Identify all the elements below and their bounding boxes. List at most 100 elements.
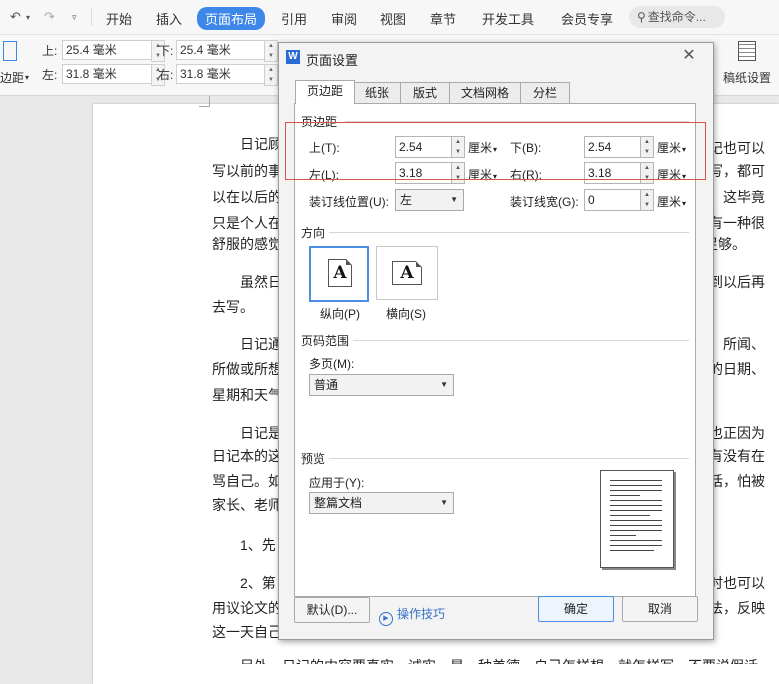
tab-references[interactable]: 引用: [281, 9, 307, 28]
doc-line: 2、第: [240, 575, 276, 591]
group-divider: [353, 340, 689, 341]
preview-line: [610, 495, 640, 496]
chevron-down-icon: ▼: [440, 380, 448, 389]
preview-line: [610, 515, 650, 516]
doc-line-right: 也正因为: [709, 425, 765, 441]
gutter-position-select[interactable]: 左 ▼: [395, 189, 464, 211]
landscape-page-icon: A: [392, 261, 422, 285]
customize-dropdown-icon[interactable]: ▿: [72, 12, 77, 23]
tab-margins[interactable]: 页边距: [295, 80, 355, 104]
ribbon-left-label: 左:: [42, 68, 58, 82]
preview-line: [610, 480, 662, 481]
ribbon-right-input[interactable]: 31.8 毫米: [176, 64, 267, 84]
doc-line: 用议论文的: [212, 600, 282, 616]
doc-line-right: 时也可以: [709, 575, 765, 591]
group-divider: [329, 232, 689, 233]
chevron-down-icon: ▼: [440, 498, 448, 507]
ribbon-right-label: 右:: [158, 68, 174, 82]
doc-line: 星期和天气: [212, 387, 282, 403]
undo-icon[interactable]: ↶: [10, 9, 21, 25]
tab-developer[interactable]: 开发工具: [482, 9, 534, 28]
redo-icon[interactable]: ↷: [44, 9, 55, 25]
search-icon: ⚲: [637, 10, 646, 24]
portrait-option[interactable]: A: [309, 246, 369, 302]
multi-page-select[interactable]: 普通 ▼: [309, 374, 454, 396]
apply-to-value: 整篇文档: [314, 496, 363, 510]
preview-group-label: 预览: [301, 452, 326, 466]
tab-home[interactable]: 开始: [106, 9, 132, 28]
ribbon-top-input[interactable]: 25.4 毫米: [62, 40, 153, 60]
ribbon-bottom-input[interactable]: 25.4 毫米: [176, 40, 267, 60]
landscape-label[interactable]: 横向(S): [386, 305, 426, 322]
apply-to-label: 应用于(Y):: [309, 476, 365, 490]
manuscript-icon[interactable]: [738, 41, 756, 61]
dialog-titlebar[interactable]: W 页面设置 ✕: [279, 43, 713, 71]
gutter-width-spinner[interactable]: ▲ ▼: [640, 189, 654, 211]
top-toolbar: ↶ ▾ ↷ ▿ 开始 插入 页面布局 引用 审阅 视图 章节 开发工具 会员专享…: [0, 0, 779, 35]
undo-dropdown-icon[interactable]: ▾: [26, 13, 30, 22]
doc-line: 日记本的这: [212, 448, 282, 464]
page-preview: [600, 470, 674, 568]
wps-logo-icon: W: [286, 50, 300, 64]
doc-line: 舒服的感觉: [212, 236, 282, 252]
doc-line-right: 法，反映: [709, 600, 765, 616]
ribbon-bottom-spinner[interactable]: ▲ ▼: [264, 40, 278, 62]
tab-paper[interactable]: 纸张: [353, 82, 401, 103]
ribbon-left-input[interactable]: 31.8 毫米: [62, 64, 153, 84]
preview-line: [610, 545, 662, 546]
tab-review[interactable]: 审阅: [331, 9, 357, 28]
tab-doc-grid[interactable]: 文档网格: [449, 82, 521, 103]
orientation-group-label: 方向: [301, 226, 326, 240]
doc-line: 家长、老师: [212, 497, 282, 513]
preview-line: [610, 500, 662, 501]
doc-line-right: 有没有在: [709, 448, 765, 464]
ribbon-top-label: 上:: [42, 44, 58, 58]
play-icon: ▶: [379, 612, 393, 626]
tab-view[interactable]: 视图: [380, 9, 406, 28]
close-icon[interactable]: ✕: [677, 45, 701, 67]
multi-page-label: 多页(M):: [309, 357, 355, 371]
unit-dropdown-icon: ▾: [682, 199, 687, 208]
tips-link[interactable]: ▶ 操作技巧: [379, 605, 445, 626]
doc-line-right: 话，怕被: [709, 473, 765, 489]
margins-label[interactable]: 边距: [0, 69, 24, 86]
doc-line-right: 的日期、: [709, 361, 765, 377]
chevron-down-icon: ▼: [450, 195, 458, 204]
ribbon-bottom-label: 下:: [158, 44, 174, 58]
doc-line: 虽然日: [240, 274, 282, 290]
multi-page-value: 普通: [314, 378, 339, 392]
landscape-option[interactable]: A: [376, 246, 438, 300]
preview-line: [610, 485, 662, 486]
toolbar-divider: [91, 8, 92, 26]
tab-layout[interactable]: 版式: [400, 82, 450, 103]
gutter-position-label: 装订线位置(U):: [309, 195, 389, 209]
ribbon-right-spinner[interactable]: ▲ ▼: [264, 64, 278, 86]
doc-line-right: 有一种很: [709, 215, 765, 231]
margins-dropdown-icon[interactable]: ▾: [25, 73, 29, 82]
gutter-width-unit[interactable]: 厘米▾: [657, 193, 686, 210]
doc-line: 日记是: [240, 425, 282, 441]
command-search[interactable]: ⚲ 查找命令...: [629, 6, 725, 28]
doc-line: 只是个人在: [212, 215, 282, 231]
doc-line: 日记通: [240, 336, 282, 352]
margins-icon[interactable]: [3, 41, 17, 61]
tab-page-layout[interactable]: 页面布局: [197, 7, 266, 30]
tab-insert[interactable]: 插入: [156, 9, 182, 28]
cancel-button[interactable]: 取消: [622, 596, 698, 622]
gutter-position-value: 左: [400, 193, 413, 207]
tab-columns[interactable]: 分栏: [520, 82, 570, 103]
margins-highlight-box: [285, 122, 706, 180]
doc-line: 日记顾: [240, 136, 282, 152]
doc-line: 骂自己。如: [212, 473, 282, 489]
apply-to-select[interactable]: 整篇文档 ▼: [309, 492, 454, 514]
ok-button[interactable]: 确定: [538, 596, 614, 622]
preview-line: [610, 550, 654, 551]
doc-line: 所做或所想: [212, 361, 282, 377]
gutter-width-input[interactable]: 0: [584, 189, 641, 211]
portrait-label[interactable]: 纵向(P): [320, 305, 360, 322]
manuscript-settings-label[interactable]: 稿纸设置: [723, 69, 771, 86]
default-button[interactable]: 默认(D)...: [294, 597, 370, 623]
tab-section[interactable]: 章节: [430, 9, 456, 28]
tab-member[interactable]: 会员专享: [561, 9, 613, 28]
portrait-page-icon: A: [328, 259, 352, 287]
